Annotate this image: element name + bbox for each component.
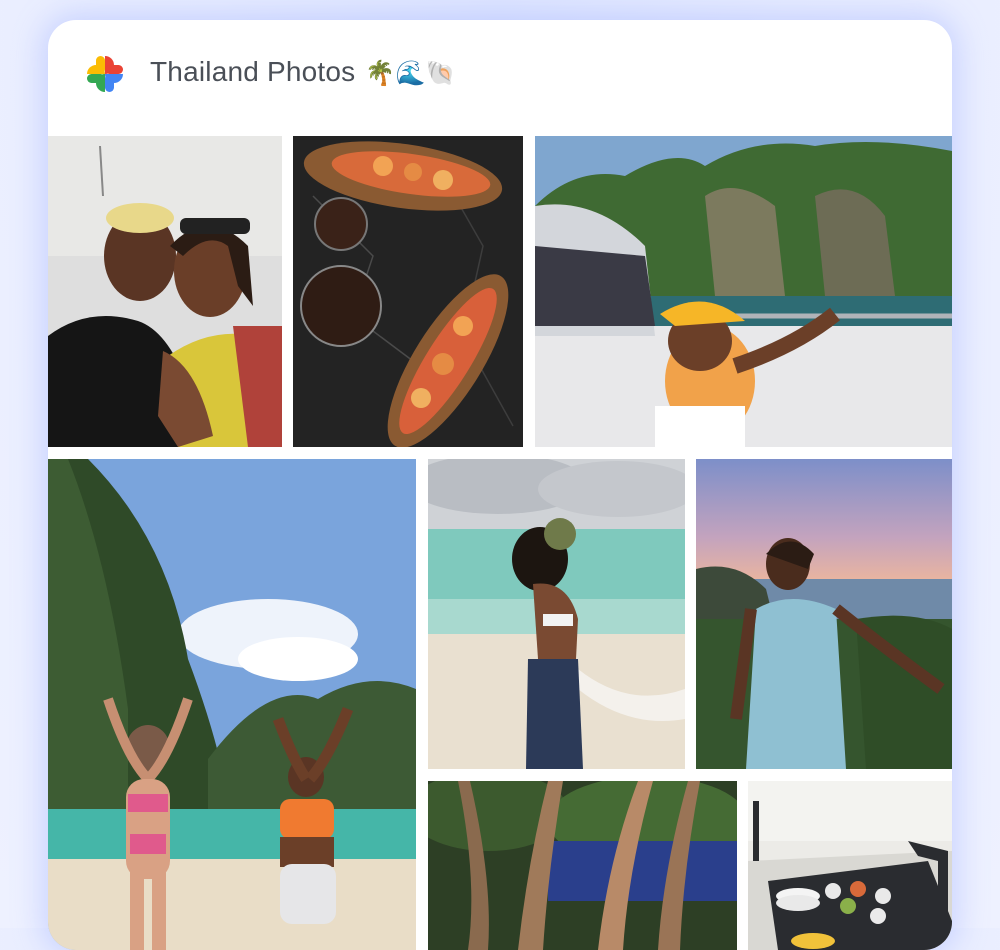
album-title-text: Thailand Photos	[150, 56, 356, 87]
album-title: Thailand Photos 🌴🌊🐚	[150, 56, 456, 88]
photo-two-friends-selfie[interactable]	[48, 136, 282, 447]
photo-woman-drinking-coconut-on-beach[interactable]	[428, 459, 685, 769]
album-card: Thailand Photos 🌴🌊🐚	[48, 20, 952, 950]
photo-tree-trunks[interactable]	[428, 781, 737, 950]
photo-food-platters-on-marble-table[interactable]	[293, 136, 523, 447]
photo-dining-table-on-terrace[interactable]	[748, 781, 952, 950]
album-header: Thailand Photos 🌴🌊🐚	[48, 20, 952, 126]
photo-two-women-dancing-on-beach[interactable]	[48, 459, 416, 950]
photo-woman-on-boat-with-cliffs[interactable]	[535, 136, 952, 447]
google-photos-pinwheel-icon	[84, 53, 126, 95]
photo-woman-in-blue-dress-at-sunset[interactable]	[696, 459, 952, 769]
album-title-emoji: 🌴🌊🐚	[365, 59, 456, 87]
